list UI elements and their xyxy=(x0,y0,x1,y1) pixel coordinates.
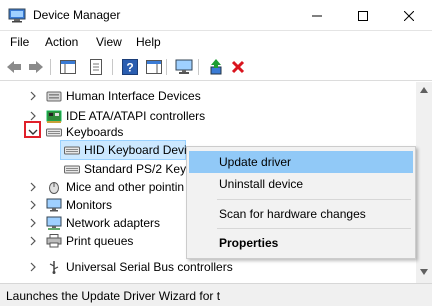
monitor-icon xyxy=(46,198,62,212)
properties-sheet-icon xyxy=(90,59,102,75)
tree-item-label: Keyboards xyxy=(66,125,124,139)
tree-item-universal-serial-bus-controllers[interactable]: Universal Serial Bus controllers xyxy=(0,257,416,277)
forward-button[interactable] xyxy=(26,57,46,77)
ide-controller-icon xyxy=(46,110,62,123)
window-title: Device Manager xyxy=(33,8,121,22)
menu-item-properties[interactable]: Properties xyxy=(189,232,413,254)
minimize-button[interactable] xyxy=(294,0,340,31)
highlight-callout-box xyxy=(24,121,41,138)
expand-chevron-icon[interactable] xyxy=(28,182,38,192)
expand-chevron-icon[interactable] xyxy=(28,111,38,121)
menu-item-label: Update driver xyxy=(219,155,292,169)
network-adapter-icon xyxy=(46,216,62,230)
maximize-icon xyxy=(358,10,368,21)
tree-item-label: Standard PS/2 Keyb xyxy=(84,162,193,176)
expand-chevron-icon[interactable] xyxy=(28,236,38,246)
context-menu: Update driver Uninstall device Scan for … xyxy=(186,146,416,259)
tree-item-human-interface-devices[interactable]: Human Interface Devices xyxy=(0,86,416,106)
properties-button[interactable] xyxy=(86,57,106,77)
menu-item-update-driver[interactable]: Update driver xyxy=(189,151,413,173)
help-button[interactable]: ? xyxy=(120,57,140,77)
usb-icon xyxy=(49,261,59,274)
mouse-icon xyxy=(49,182,59,194)
printer-icon xyxy=(46,234,62,248)
console-tree-icon xyxy=(60,60,76,74)
tree-item-label: Monitors xyxy=(66,198,113,212)
minimize-icon xyxy=(312,15,322,16)
tree-item-label: Print queues xyxy=(66,234,134,248)
monitor-icon xyxy=(175,59,193,74)
menu-file[interactable]: File xyxy=(10,35,29,49)
update-driver-icon xyxy=(210,59,222,75)
menu-separator xyxy=(217,199,411,200)
tree-item-label: Human Interface Devices xyxy=(66,89,201,103)
scroll-down-arrow-icon[interactable] xyxy=(419,268,429,276)
status-text: Launches the Update Driver Wizard for t xyxy=(6,289,221,303)
menu-item-uninstall-device[interactable]: Uninstall device xyxy=(189,173,413,195)
keyboard-icon xyxy=(64,165,80,174)
menu-item-label: Uninstall device xyxy=(219,177,304,191)
scan-hardware-button[interactable] xyxy=(174,57,194,77)
menu-view[interactable]: View xyxy=(96,35,122,49)
remove-x-icon xyxy=(231,60,245,74)
title-bar: Device Manager xyxy=(0,0,432,31)
scroll-up-arrow-icon[interactable] xyxy=(419,86,429,94)
expand-chevron-icon[interactable] xyxy=(28,218,38,228)
tree-item-label: IDE ATA/ATAPI controllers xyxy=(66,109,206,123)
menu-item-scan-for-hardware-changes[interactable]: Scan for hardware changes xyxy=(189,203,413,225)
expand-chevron-icon[interactable] xyxy=(28,262,38,272)
forward-arrow-icon xyxy=(29,61,43,73)
close-icon xyxy=(404,10,414,21)
vertical-scrollbar[interactable] xyxy=(416,82,432,283)
action-pane-button[interactable] xyxy=(144,57,164,77)
back-button[interactable] xyxy=(4,57,24,77)
update-driver-toolbar-button[interactable] xyxy=(206,57,226,77)
device-manager-app-icon xyxy=(8,8,26,23)
expand-chevron-icon[interactable] xyxy=(28,91,38,101)
tree-item-keyboards[interactable]: Keyboards xyxy=(0,122,416,142)
tree-item-label: Network adapters xyxy=(66,216,161,230)
menu-item-label: Properties xyxy=(219,236,279,250)
keyboard-icon xyxy=(46,128,62,137)
menu-action[interactable]: Action xyxy=(45,35,78,49)
svg-text:?: ? xyxy=(126,61,133,75)
tree-item-label: HID Keyboard Devi xyxy=(84,143,187,157)
maximize-button[interactable] xyxy=(340,0,386,31)
help-icon: ? xyxy=(122,59,138,75)
keyboard-icon xyxy=(64,146,80,155)
menu-help[interactable]: Help xyxy=(136,35,161,49)
toolbar: ? xyxy=(0,53,432,81)
menu-separator xyxy=(217,228,411,229)
hid-device-icon xyxy=(46,91,62,102)
menu-bar: File Action View Help xyxy=(0,31,432,53)
menu-item-label: Scan for hardware changes xyxy=(219,207,366,221)
back-arrow-icon xyxy=(7,61,21,73)
status-bar: Launches the Update Driver Wizard for t xyxy=(0,283,432,306)
close-button[interactable] xyxy=(386,0,432,31)
uninstall-device-toolbar-button[interactable] xyxy=(228,57,248,77)
tree-item-label: Universal Serial Bus controllers xyxy=(66,260,233,274)
show-hide-console-tree-button[interactable] xyxy=(58,57,78,77)
action-pane-icon xyxy=(146,60,162,74)
tree-item-label: Mice and other pointin xyxy=(66,180,185,194)
expand-chevron-icon[interactable] xyxy=(28,200,38,210)
